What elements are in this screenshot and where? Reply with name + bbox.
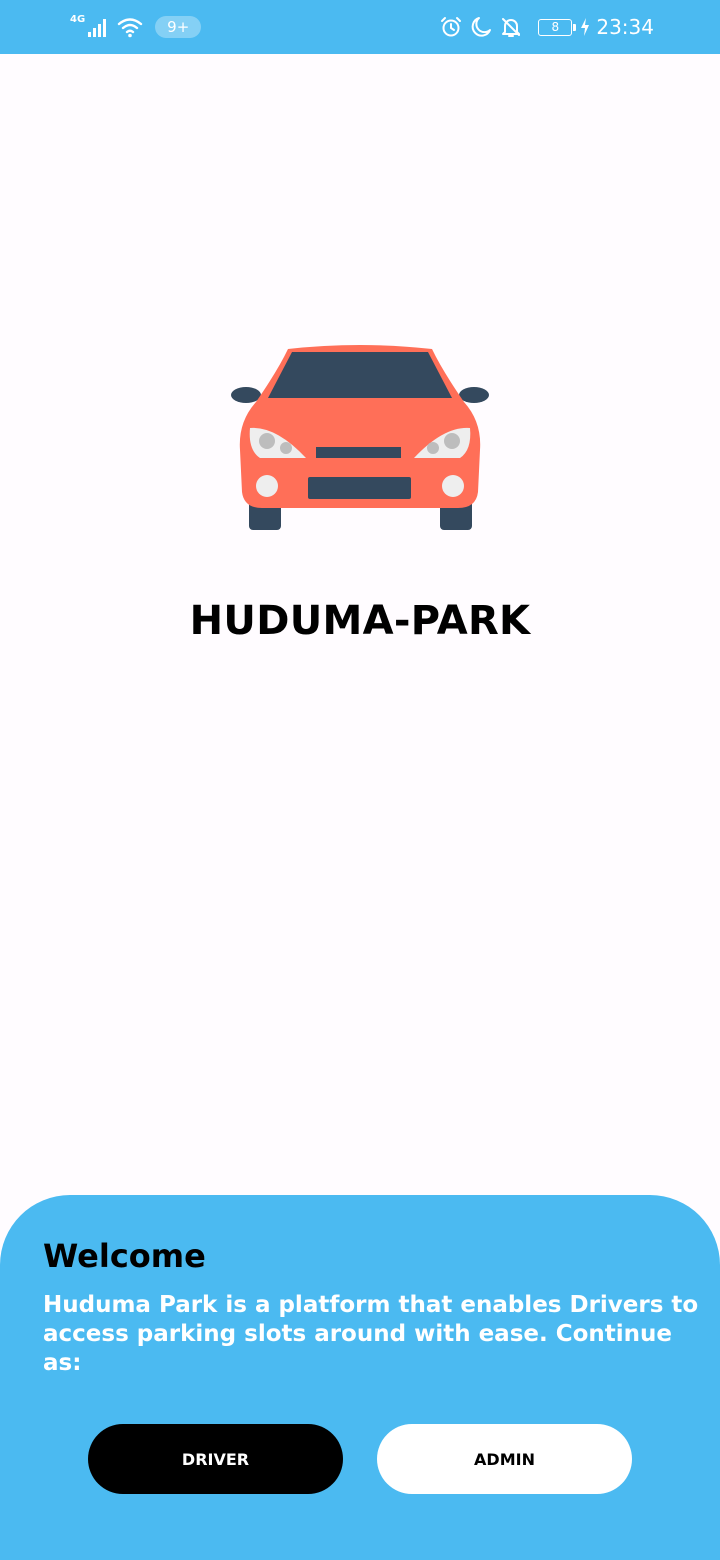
wifi-icon	[117, 18, 143, 38]
status-bar: 4G 9+ 8 23:34	[0, 0, 720, 54]
network-type-label: 4G	[70, 13, 86, 25]
app-title: HUDUMA-PARK	[189, 598, 531, 644]
welcome-sheet: Welcome Huduma Park is a platform that e…	[0, 1195, 720, 1560]
battery-icon: 8	[538, 18, 577, 36]
charging-bolt-icon	[581, 18, 590, 36]
admin-button[interactable]: ADMIN	[377, 1424, 632, 1494]
clock-time: 23:34	[596, 15, 654, 39]
status-bar-left: 4G 9+	[70, 12, 202, 42]
notifications-off-icon	[502, 18, 521, 37]
signal-icon	[88, 19, 107, 37]
welcome-description: Huduma Park is a platform that enables D…	[43, 1292, 699, 1376]
notification-count-badge: 9+	[155, 16, 202, 38]
status-bar-right: 8 23:34	[440, 12, 654, 42]
welcome-title: Welcome	[43, 1237, 206, 1275]
alarm-icon	[441, 17, 462, 37]
moon-icon	[472, 17, 492, 37]
car-icon	[231, 345, 489, 530]
driver-button[interactable]: DRIVER	[88, 1424, 343, 1494]
